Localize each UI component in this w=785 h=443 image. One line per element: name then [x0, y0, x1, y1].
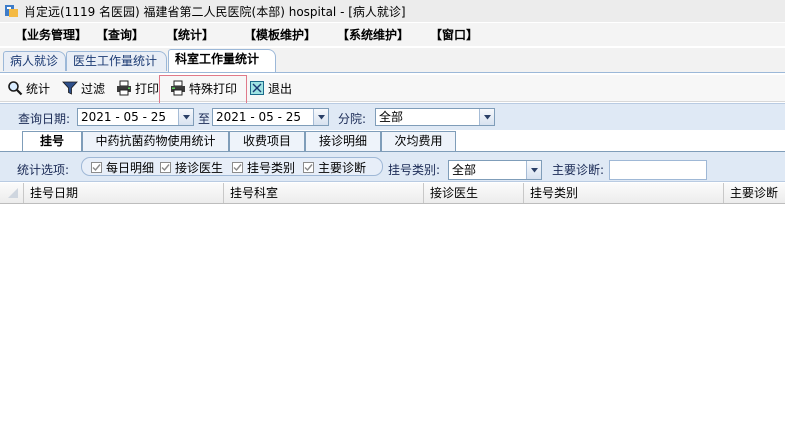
reg-type-value: 全部: [452, 163, 477, 177]
exit-button[interactable]: 退出: [249, 78, 292, 98]
dropdown-arrow-icon[interactable]: [526, 161, 541, 179]
filter-button[interactable]: 过滤: [62, 78, 105, 98]
tab-average-cost[interactable]: 次均费用: [381, 131, 456, 151]
check-label: 主要诊断: [318, 160, 367, 175]
tab-visit-details[interactable]: 接诊明细: [305, 131, 381, 151]
options-label: 统计选项:: [17, 163, 70, 177]
app-icon: [5, 5, 18, 17]
checkbox-checked-icon: [160, 161, 171, 173]
exit-icon: [250, 81, 264, 95]
column-registration-date[interactable]: 挂号日期: [24, 183, 224, 203]
diagnosis-input[interactable]: [609, 160, 707, 180]
checkbox-checked-icon: [91, 161, 102, 173]
date-to-picker[interactable]: 2021 - 05 - 25: [212, 108, 329, 126]
column-registration-department[interactable]: 挂号科室: [224, 183, 424, 203]
report-tabs: 挂号 中药抗菌药物使用统计 收费项目 接诊明细 次均费用: [0, 130, 785, 152]
tab-herbal-antibiotic-usage[interactable]: 中药抗菌药物使用统计: [82, 131, 229, 151]
diagnosis-label: 主要诊断:: [552, 163, 605, 177]
check-label: 挂号类别: [247, 160, 296, 175]
window-title: 肖定远(1119 名医园) 福建省第二人民医院(本部) hospital - […: [24, 4, 406, 19]
check-main-diagnosis[interactable]: 主要诊断: [303, 160, 367, 175]
checkbox-checked-icon: [232, 161, 243, 173]
print-label: 打印: [135, 81, 160, 96]
check-label: 每日明细: [106, 160, 155, 175]
date-to-value: 2021 - 05 - 25: [216, 110, 301, 124]
check-registration-type[interactable]: 挂号类别: [232, 160, 296, 175]
branch-value: 全部: [379, 110, 404, 124]
branch-select[interactable]: 全部: [375, 108, 495, 126]
statistics-options-bar: 统计选项: 每日明细 接诊医生 挂号类别 主要诊断 挂号类别: 全部 主要诊断:: [0, 152, 785, 182]
toolbar: 统计 过滤 打印 特殊打印 退出: [0, 75, 785, 102]
grid-header: 挂号日期 挂号科室 接诊医生 挂号类别 主要诊断: [0, 183, 785, 204]
exit-label: 退出: [268, 81, 293, 96]
title-bar: 肖定远(1119 名医园) 福建省第二人民医院(本部) hospital - […: [0, 0, 785, 22]
grid-body: [0, 204, 785, 443]
document-tabs: 病人就诊 医生工作量统计 科室工作量统计: [0, 48, 785, 73]
grid-corner[interactable]: [0, 183, 24, 203]
check-daily-detail[interactable]: 每日明细: [91, 160, 155, 175]
menu-business[interactable]: 【业务管理】: [15, 26, 87, 43]
focus-highlight: [159, 75, 247, 105]
check-label: 接诊医生: [175, 160, 224, 175]
dropdown-arrow-icon[interactable]: [313, 109, 328, 125]
to-label: 至: [198, 112, 211, 126]
printer-icon: [117, 80, 131, 96]
column-main-diagnosis[interactable]: 主要诊断: [724, 183, 785, 203]
print-button[interactable]: 打印: [116, 78, 159, 98]
tab-fee-items[interactable]: 收费项目: [229, 131, 305, 151]
column-registration-type[interactable]: 挂号类别: [524, 183, 724, 203]
date-from-picker[interactable]: 2021 - 05 - 25: [77, 108, 194, 126]
checkbox-checked-icon: [303, 161, 314, 173]
dropdown-arrow-icon[interactable]: [479, 109, 494, 125]
filter-label: 过滤: [81, 81, 106, 96]
stats-button[interactable]: 统计: [7, 78, 50, 98]
corner-triangle-icon: [8, 188, 18, 198]
options-group: 每日明细 接诊医生 挂号类别 主要诊断: [81, 157, 383, 176]
funnel-icon: [62, 81, 78, 95]
date-label: 查询日期:: [18, 112, 71, 126]
branch-label: 分院:: [338, 112, 367, 126]
tab-registration[interactable]: 挂号: [22, 131, 82, 151]
menu-query[interactable]: 【查询】: [96, 26, 144, 43]
menu-bar: 【业务管理】 【查询】 【统计】 【模板维护】 【系统维护】 【窗口】: [0, 23, 785, 46]
column-attending-doctor[interactable]: 接诊医生: [424, 183, 524, 203]
menu-statistics[interactable]: 【统计】: [166, 26, 214, 43]
tab-department-workload[interactable]: 科室工作量统计: [168, 49, 276, 72]
date-from-value: 2021 - 05 - 25: [81, 110, 166, 124]
menu-window[interactable]: 【窗口】: [430, 26, 478, 43]
query-bar: 查询日期: 2021 - 05 - 25 至 2021 - 05 - 25 分院…: [0, 103, 785, 131]
menu-template[interactable]: 【模板维护】: [244, 26, 316, 43]
tab-doctor-workload[interactable]: 医生工作量统计: [66, 51, 167, 71]
stats-label: 统计: [26, 81, 51, 96]
magnifier-icon: [8, 81, 23, 96]
menu-system[interactable]: 【系统维护】: [337, 26, 409, 43]
dropdown-arrow-icon[interactable]: [178, 109, 193, 125]
check-attending-doctor[interactable]: 接诊医生: [160, 160, 224, 175]
reg-type-select[interactable]: 全部: [448, 160, 542, 180]
tab-patient-visit[interactable]: 病人就诊: [3, 51, 66, 71]
reg-type-label: 挂号类别:: [388, 163, 441, 177]
